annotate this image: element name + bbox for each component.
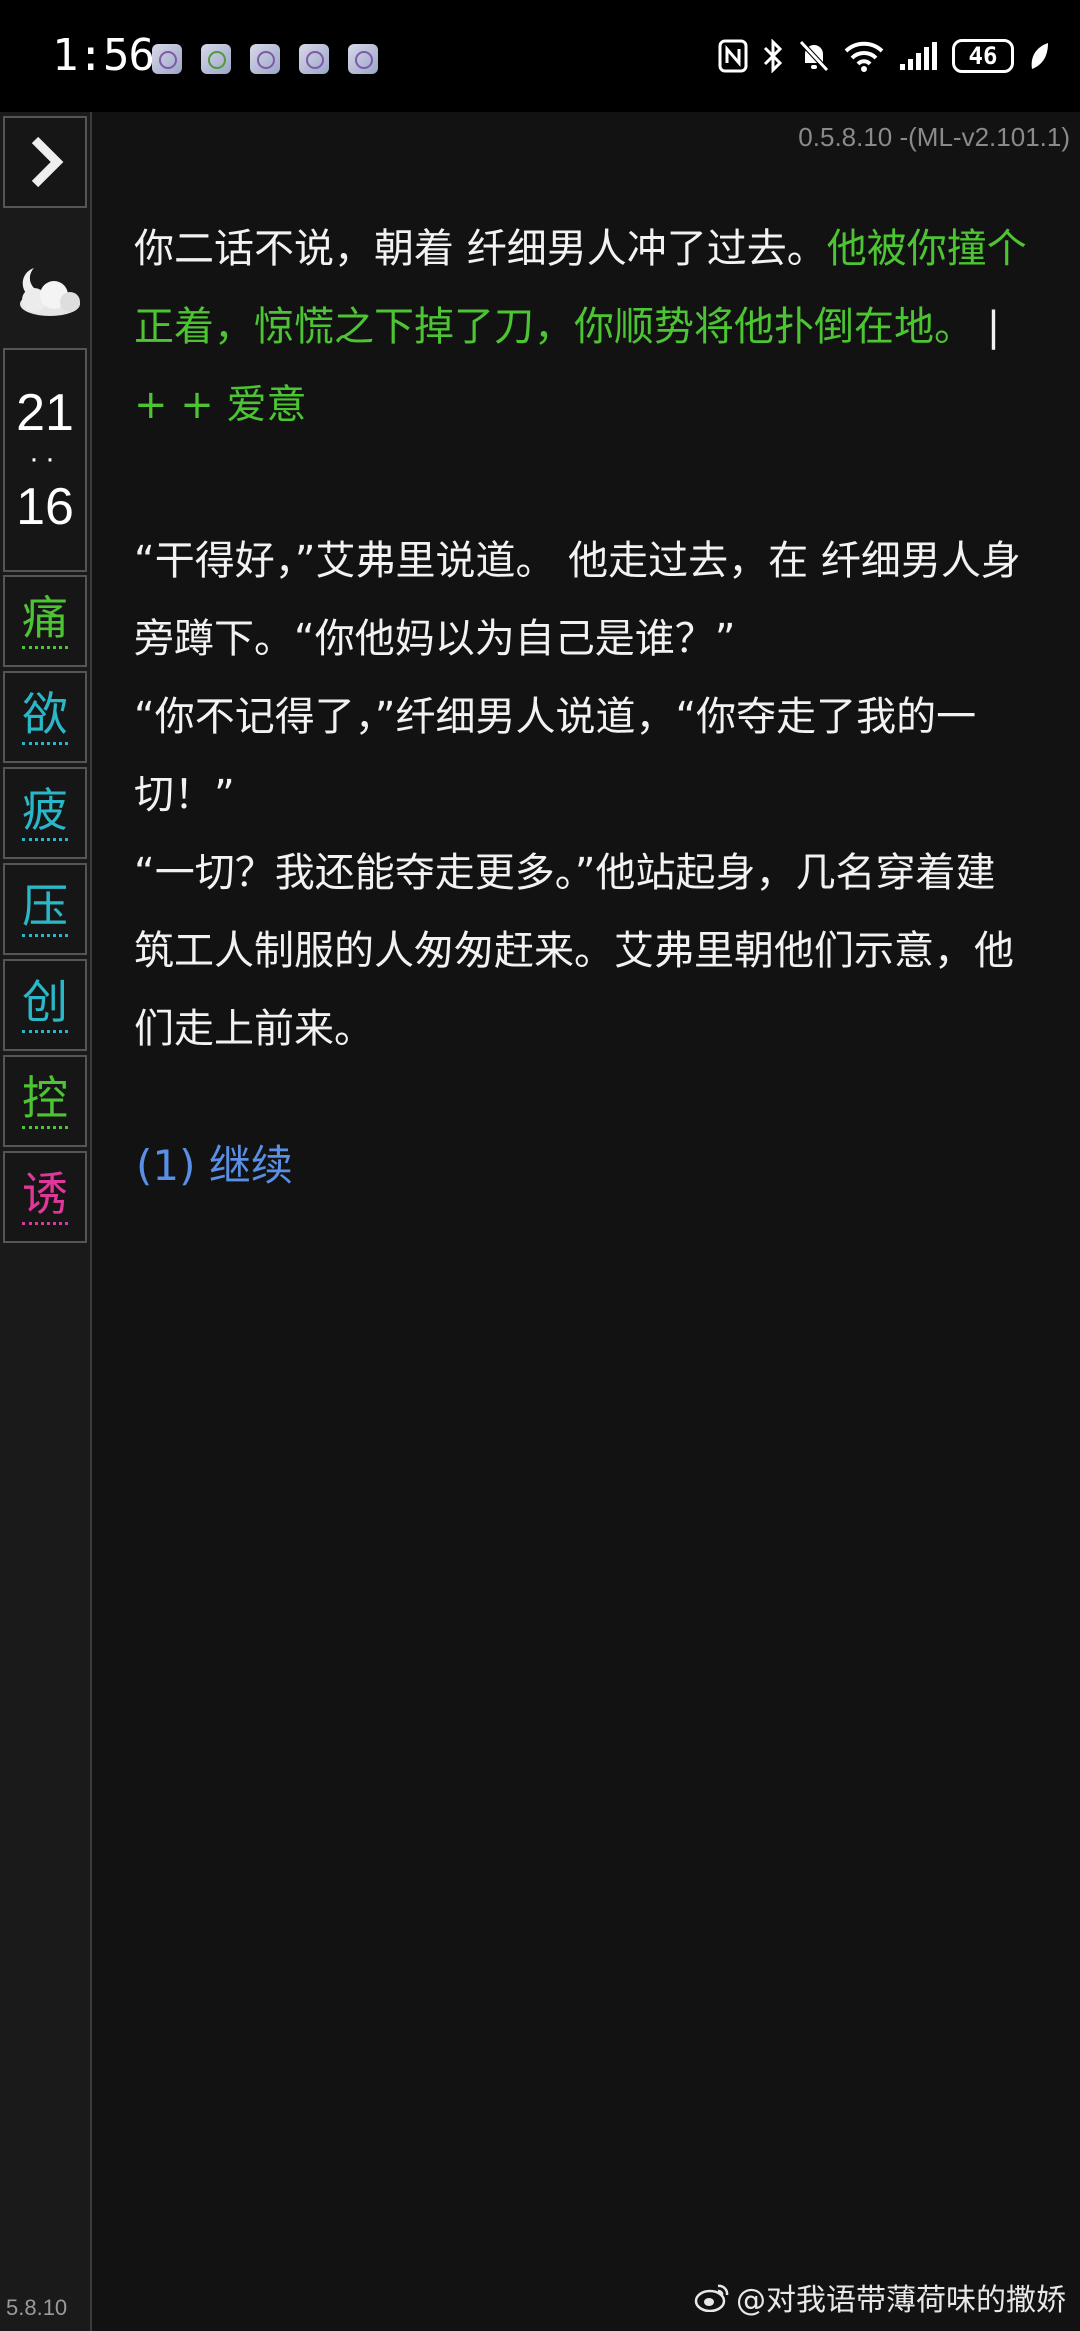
stat-desire[interactable]: 欲 (3, 671, 87, 763)
version-label: 0.5.8.10 -(ML-v2.101.1) (798, 122, 1070, 152)
clock-hour: 21 (16, 384, 74, 442)
story-plain-text: 你二话不说，朝着 纤细男人冲了过去。 (134, 226, 827, 272)
clock-minute: 16 (16, 478, 74, 536)
clock-separator: ·· (29, 442, 61, 475)
status-bar: 1:56 46 (0, 0, 1080, 112)
sidebar: 21 ·· 16 痛 欲 疲 压 创 控 诱 5.8.10 (0, 112, 92, 2331)
continue-link[interactable]: (1) 继续 (136, 1132, 293, 1193)
story-text: 你二话不说，朝着 纤细男人冲了过去。他被你撞个正着，惊慌之下掉了刀，你顺势将他扑… (134, 210, 1034, 1068)
app-notification-icon (250, 44, 280, 74)
stat-allure[interactable]: 诱 (3, 1151, 87, 1243)
story-paragraph: 你二话不说，朝着 纤细男人冲了过去。他被你撞个正着，惊慌之下掉了刀，你顺势将他扑… (134, 210, 1034, 444)
moon-cloud-icon (20, 268, 80, 316)
dialogue-line: “干得好，”艾弗里说道。 他走过去，在 纤细男人身旁蹲下。“你他妈以为自己是谁？… (134, 538, 1021, 662)
nfc-icon (718, 36, 748, 76)
sidebar-toggle-button[interactable] (3, 116, 87, 208)
app-notification-icon (299, 44, 329, 74)
watermark-text: @对我语带薄荷味的撒娇 (736, 2283, 1066, 2318)
dialogue-line: “你不记得了，”纤细男人说道，“你夺走了我的一切！” (134, 694, 977, 818)
bell-muted-icon (798, 36, 830, 76)
story-panel: 0.5.8.10 -(ML-v2.101.1) 你二话不说，朝着 纤细男人冲了过… (92, 112, 1080, 2331)
status-time: 1:56 (52, 30, 155, 81)
stat-fatigue[interactable]: 疲 (3, 767, 87, 859)
watermark: @对我语带薄荷味的撒娇 (694, 2275, 1066, 2319)
leaf-icon (1028, 36, 1050, 76)
battery-indicator: 46 (952, 39, 1014, 73)
stat-trauma[interactable]: 创 (3, 959, 87, 1051)
app-notification-icon (201, 44, 231, 74)
stat-pain[interactable]: 痛 (3, 575, 87, 667)
stat-label: 控 (22, 1073, 68, 1129)
app-notification-icon (152, 44, 182, 74)
stat-control[interactable]: 控 (3, 1055, 87, 1147)
weibo-icon (694, 2284, 729, 2312)
affection-effect: + + 爱意 (134, 382, 307, 428)
stat-label: 疲 (22, 785, 68, 841)
wifi-icon (844, 36, 884, 76)
stat-label: 创 (22, 977, 68, 1033)
stat-stress[interactable]: 压 (3, 863, 87, 955)
dialogue-line: “一切？我还能夺走更多。”他站起身，几名穿着建筑工人制服的人匆匆赶来。艾弗里朝他… (134, 850, 1014, 1052)
app-notification-icon (348, 44, 378, 74)
stat-label: 压 (22, 881, 68, 937)
stat-label: 欲 (22, 689, 68, 745)
stat-label: 痛 (22, 593, 68, 649)
bluetooth-icon (762, 36, 784, 76)
text-cursor: | (986, 304, 1001, 350)
sidebar-version: 5.8.10 (6, 2295, 68, 2320)
signal-icon (898, 36, 938, 76)
stat-label: 诱 (22, 1169, 68, 1225)
chevron-right-icon (31, 136, 64, 188)
game-clock: 21 ·· 16 (3, 348, 87, 572)
system-icons: 46 (718, 36, 1050, 76)
notification-icons (152, 44, 378, 74)
